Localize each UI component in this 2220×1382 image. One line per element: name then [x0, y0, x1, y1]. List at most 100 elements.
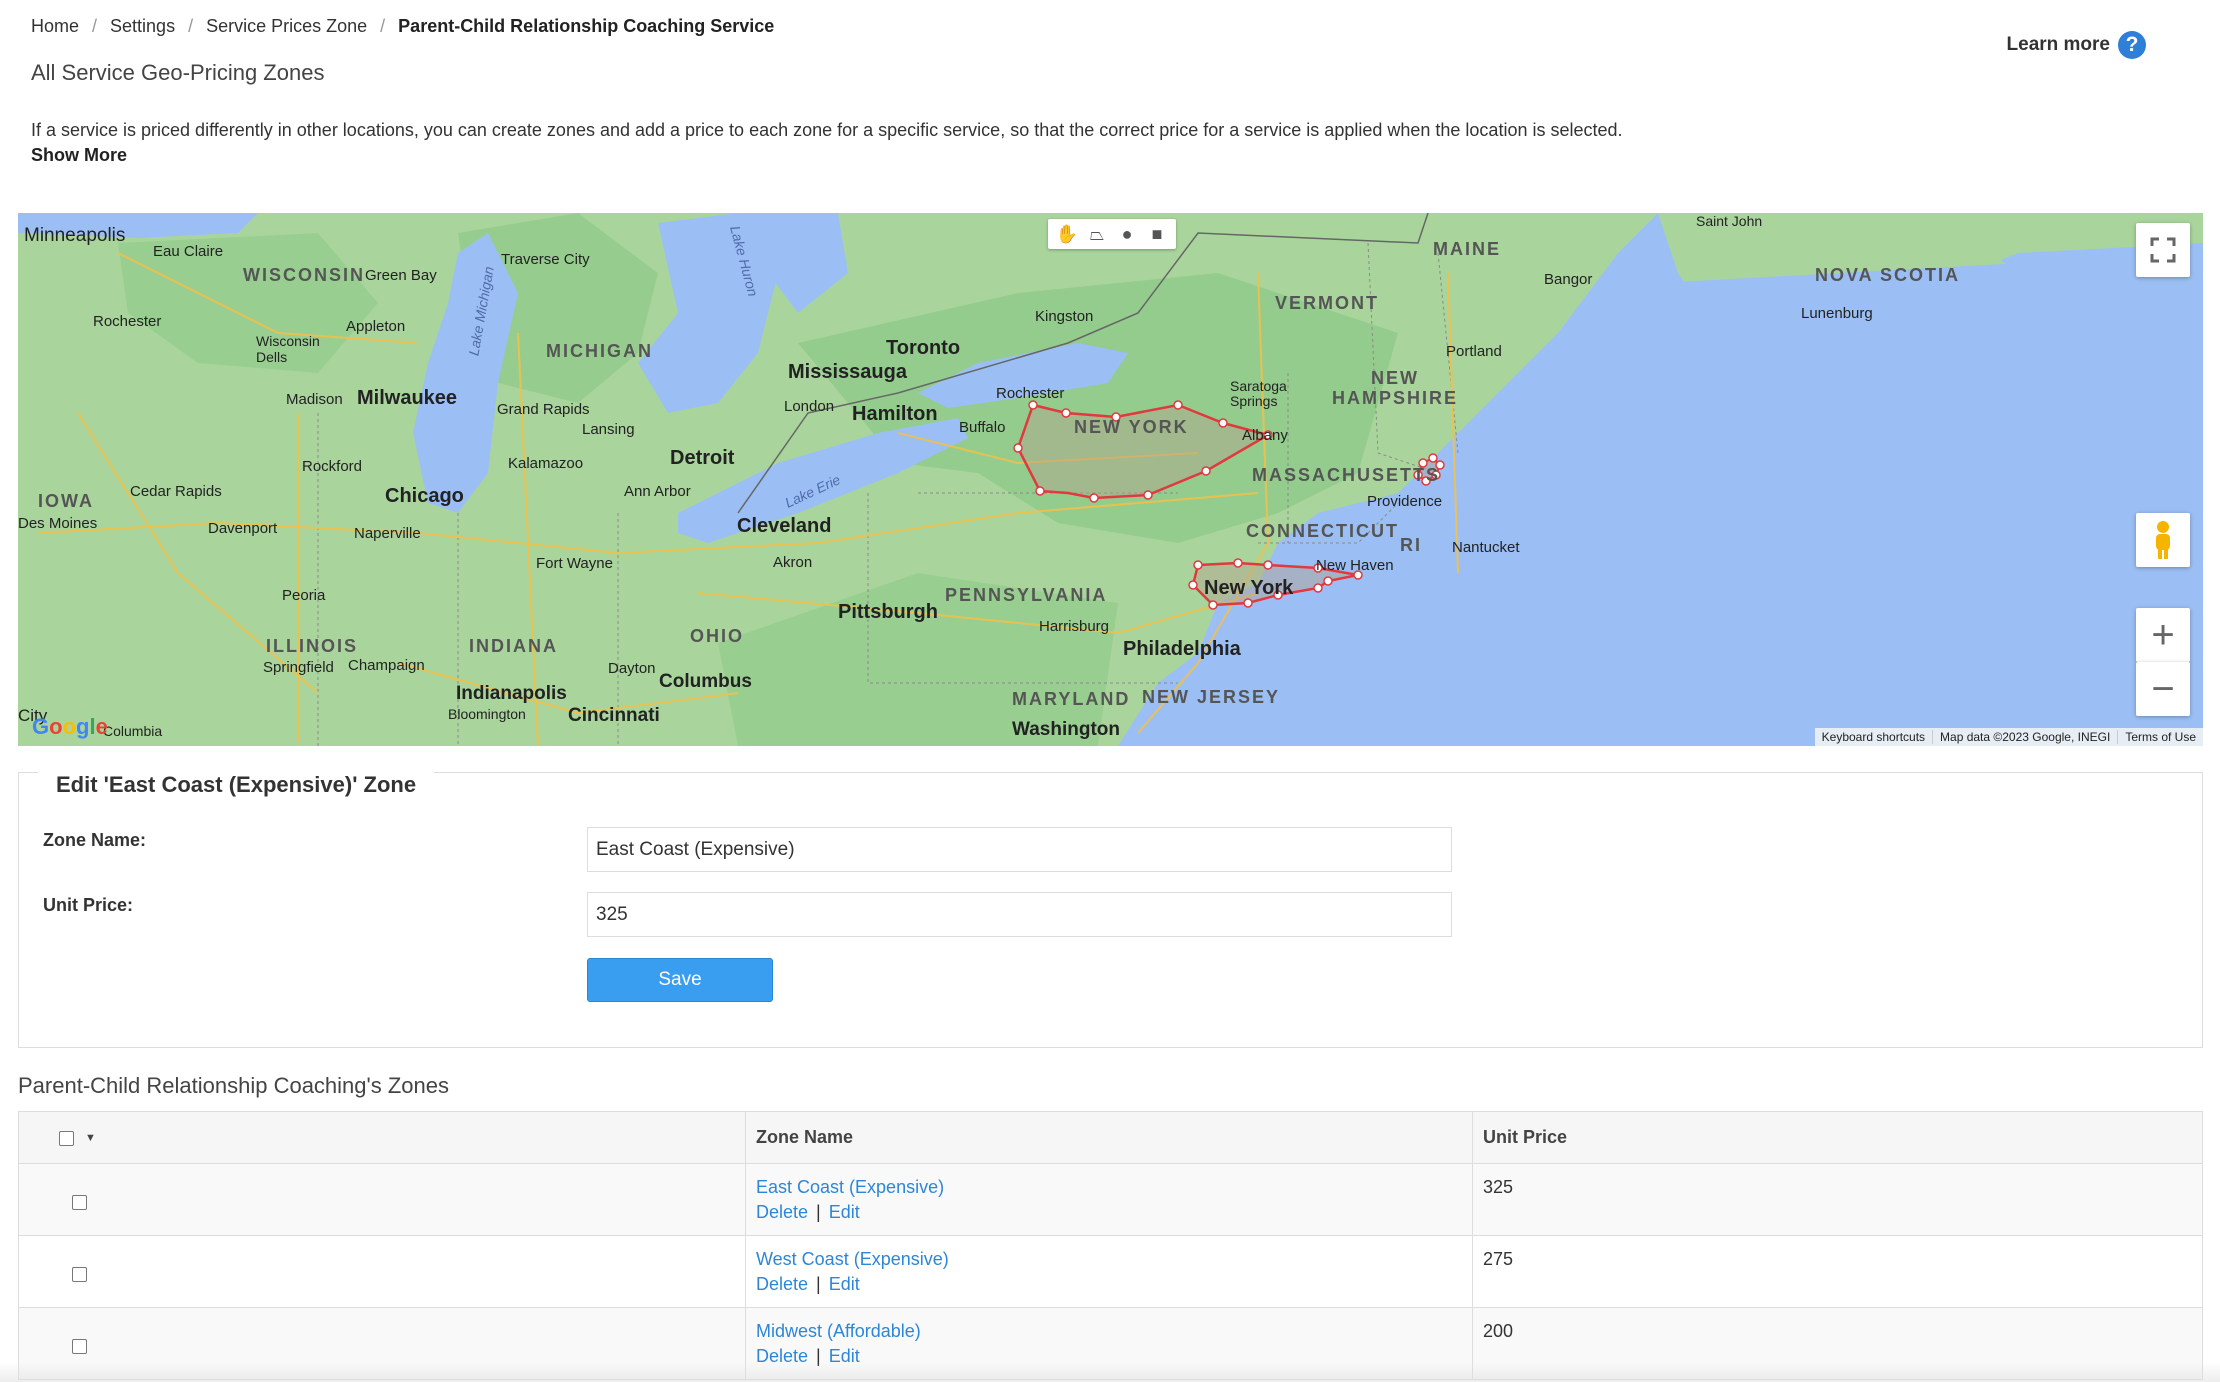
map-label: Kalamazoo — [508, 455, 584, 472]
unit-price-label: Unit Price: — [43, 895, 134, 915]
map-label: Lansing — [582, 421, 635, 438]
map-label: Indianapolis — [456, 683, 567, 704]
map-label: Rochester — [996, 385, 1065, 402]
learn-more-label: Learn more — [2006, 34, 2110, 55]
circle-draw-icon[interactable]: ● — [1113, 220, 1141, 248]
row-checkbox[interactable] — [72, 1195, 87, 1210]
zones-table-title: Parent-Child Relationship Coaching's Zon… — [18, 1073, 449, 1098]
zoom-in-button[interactable]: + — [2136, 608, 2190, 662]
map-label: Milwaukee — [357, 387, 458, 409]
intro-text: If a service is priced differently in ot… — [31, 120, 1623, 140]
map-label: Detroit — [670, 447, 735, 469]
map-label: Dayton — [608, 660, 656, 677]
map-label: Buffalo — [959, 419, 1006, 436]
delete-link[interactable]: Delete — [756, 1274, 808, 1294]
select-all-checkbox[interactable] — [59, 1130, 74, 1146]
map-base-layer — [18, 213, 2203, 746]
edit-link[interactable]: Edit — [829, 1202, 860, 1222]
map-label: VERMONT — [1275, 293, 1379, 313]
table-row: West Coast (Expensive) Delete | Edit 275 — [18, 1235, 2203, 1308]
map-label: Lunenburg — [1801, 305, 1873, 322]
zone-name-link[interactable]: Midwest (Affordable) — [756, 1321, 1462, 1342]
learn-more-link[interactable]: Learn more ? — [2007, 31, 2146, 59]
zones-table: ▼ Zone Name Unit Price East Coast (Expen… — [18, 1111, 2203, 1380]
map-label: Springfield — [263, 659, 334, 676]
zones-map[interactable]: Minneapolis Eau Claire WISCONSIN Green B… — [18, 213, 2203, 746]
map-label: NEW HAMPSHIRE — [1332, 368, 1459, 408]
map-label: New York — [1204, 577, 1294, 599]
caret-down-icon[interactable]: ▼ — [85, 1132, 96, 1144]
select-all-header: ▼ — [18, 1111, 746, 1164]
bottom-scroll-fade — [0, 1362, 2220, 1382]
map-label: Wisconsin Dells — [256, 333, 320, 365]
pegman-icon — [2156, 521, 2170, 559]
map-label: MASSACHUSETTS — [1252, 465, 1441, 485]
fullscreen-button[interactable] — [2136, 223, 2190, 277]
breadcrumb-service-prices-zone[interactable]: Service Prices Zone — [206, 16, 367, 37]
breadcrumb-separator: / — [188, 16, 194, 36]
map-label: Champaign — [348, 657, 425, 674]
unit-price-input[interactable] — [587, 892, 1452, 937]
map-label: Bloomington — [448, 706, 526, 722]
map-label: Appleton — [346, 318, 406, 335]
zone-name-label: Zone Name: — [43, 830, 147, 850]
delete-link[interactable]: Delete — [756, 1202, 808, 1222]
map-label: ILLINOIS — [266, 636, 358, 656]
zoom-out-button[interactable]: − — [2136, 662, 2190, 716]
map-label: Portland — [1446, 343, 1502, 360]
row-checkbox[interactable] — [72, 1267, 87, 1282]
map-label: Columbia — [103, 723, 163, 739]
map-label: Madison — [286, 391, 343, 408]
map-label: Rockford — [302, 458, 363, 475]
map-label: London — [784, 398, 835, 415]
save-button[interactable]: Save — [587, 958, 773, 1002]
edit-link[interactable]: Edit — [829, 1274, 860, 1294]
table-row: East Coast (Expensive) Delete | Edit 325 — [18, 1163, 2203, 1236]
map-label: MARYLAND — [1012, 689, 1131, 709]
map-label: WISCONSIN — [243, 265, 366, 285]
map-label: Washington — [1012, 719, 1120, 740]
map-label: Albany — [1242, 427, 1288, 444]
map-label: Eau Claire — [153, 243, 224, 260]
map-label: Naperville — [354, 525, 421, 542]
map-label: Pittsburgh — [838, 601, 938, 623]
map-attribution: Keyboard shortcuts Map data ©2023 Google… — [1814, 728, 2203, 746]
column-header-zone-name[interactable]: Zone Name — [745, 1111, 1473, 1164]
map-label: Mississauga — [788, 361, 907, 383]
breadcrumb-separator: / — [380, 16, 386, 36]
map-label: Hamilton — [852, 403, 938, 425]
breadcrumb-current: Parent-Child Relationship Coaching Servi… — [398, 16, 775, 36]
breadcrumb-separator: / — [92, 16, 98, 36]
hand-pan-icon[interactable]: ✋ — [1053, 220, 1081, 248]
breadcrumb-settings[interactable]: Settings — [110, 16, 175, 37]
zone-name-link[interactable]: East Coast (Expensive) — [756, 1177, 1462, 1198]
map-label: NEW YORK — [1074, 417, 1189, 437]
map-label: RI — [1400, 535, 1422, 555]
map-label: PENNSYLVANIA — [945, 585, 1108, 605]
terms-of-use-link[interactable]: Terms of Use — [2117, 730, 2203, 744]
street-view-pegman-button[interactable] — [2136, 513, 2190, 567]
breadcrumb-home[interactable]: Home — [31, 16, 79, 37]
column-header-unit-price[interactable]: Unit Price — [1472, 1111, 2203, 1164]
map-label: CONNECTICUT — [1246, 521, 1399, 541]
keyboard-shortcuts-link[interactable]: Keyboard shortcuts — [1815, 730, 1932, 744]
map-label: Providence — [1367, 493, 1443, 510]
rectangle-draw-icon[interactable]: ■ — [1143, 220, 1171, 248]
map-label: INDIANA — [469, 636, 558, 656]
map-label: Columbus — [659, 671, 752, 692]
help-icon: ? — [2118, 31, 2146, 59]
map-label: Grand Rapids — [497, 401, 590, 418]
map-label: Harrisburg — [1039, 618, 1110, 635]
row-checkbox[interactable] — [72, 1339, 87, 1354]
map-label: Ann Arbor — [624, 483, 691, 500]
show-more-link[interactable]: Show More — [31, 145, 127, 166]
zone-name-link[interactable]: West Coast (Expensive) — [756, 1249, 1462, 1270]
zone-name-cell: East Coast (Expensive) Delete | Edit — [745, 1163, 1473, 1236]
map-label: Green Bay — [365, 267, 437, 284]
row-select-cell — [18, 1235, 746, 1308]
zone-name-input[interactable] — [587, 827, 1452, 872]
map-label: Nantucket — [1452, 539, 1520, 556]
map-label: Bangor — [1544, 271, 1593, 288]
map-label: Toronto — [886, 337, 961, 359]
polygon-draw-icon[interactable]: ⏢ — [1083, 220, 1111, 248]
